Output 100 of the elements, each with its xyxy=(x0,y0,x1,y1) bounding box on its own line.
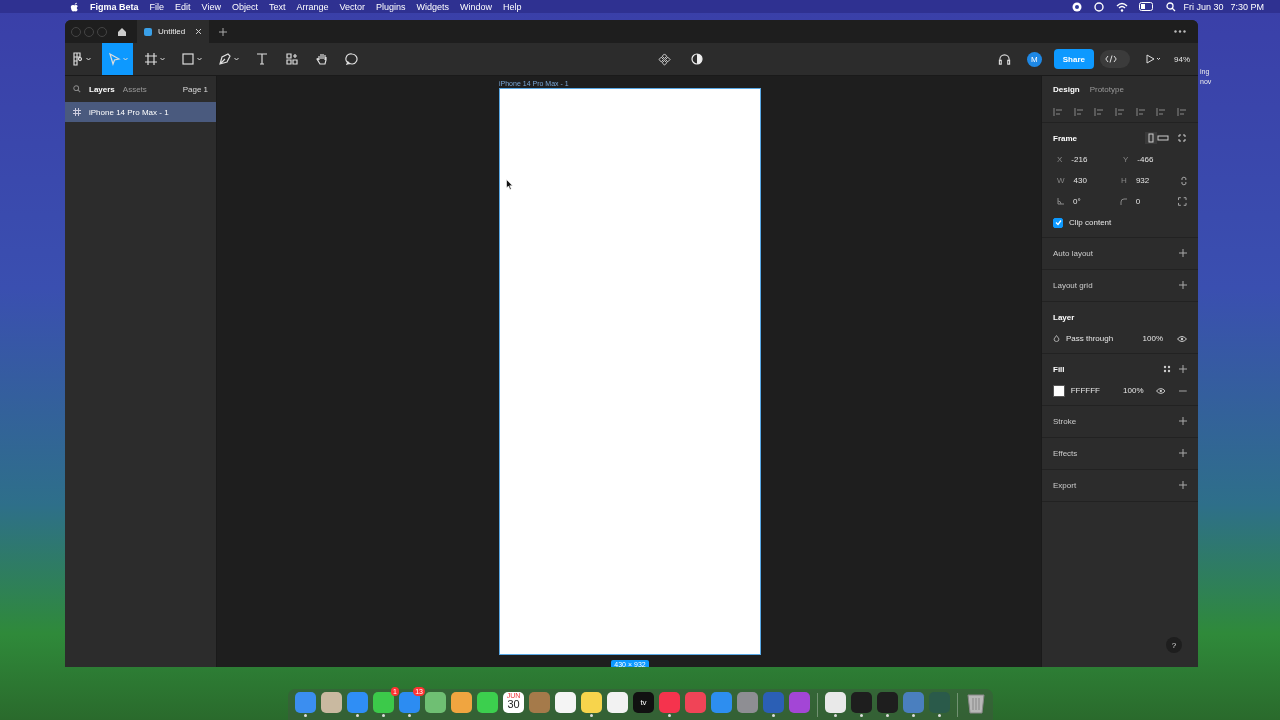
headphones-icon[interactable] xyxy=(997,52,1011,66)
menu-item[interactable]: File xyxy=(149,1,165,12)
panel-tab[interactable]: Layers xyxy=(89,84,115,94)
wifi-icon[interactable] xyxy=(1116,1,1129,12)
apple-icon[interactable] xyxy=(70,1,79,12)
tv-app-icon[interactable]: tv xyxy=(633,692,654,713)
zoom-menu[interactable]: 94% xyxy=(1174,54,1190,64)
property-field[interactable]: H 932 xyxy=(1117,176,1182,185)
frame-icon[interactable] xyxy=(144,52,158,66)
panel-tab[interactable]: Design xyxy=(1053,84,1080,94)
trash-icon[interactable] xyxy=(966,691,985,714)
section-title: Fill xyxy=(1053,364,1065,374)
corners-icon[interactable] xyxy=(1178,197,1187,206)
rectangle-icon[interactable] xyxy=(181,52,195,66)
file-tab[interactable]: Untitled xyxy=(137,20,210,43)
more-icon[interactable] xyxy=(1174,30,1186,33)
styles-icon[interactable] xyxy=(1163,365,1171,373)
property-field[interactable]: X -216 xyxy=(1053,155,1119,164)
plus-icon[interactable] xyxy=(1179,281,1187,289)
caret-icon[interactable] xyxy=(160,57,165,61)
app-icon[interactable] xyxy=(451,692,472,713)
clip-checkbox[interactable] xyxy=(1053,217,1063,228)
property-field[interactable]: Y -466 xyxy=(1119,155,1185,164)
minus-icon[interactable] xyxy=(1179,389,1187,392)
app-icon[interactable] xyxy=(825,692,846,713)
hand-icon[interactable] xyxy=(315,52,329,66)
section-title: Layer xyxy=(1053,312,1075,322)
app-icon[interactable] xyxy=(321,692,342,713)
section-title: Stroke xyxy=(1053,416,1077,426)
home-icon[interactable] xyxy=(117,26,127,37)
search-icon[interactable] xyxy=(1166,1,1177,12)
menu-item[interactable]: View xyxy=(201,1,221,12)
record-icon[interactable] xyxy=(1072,1,1083,12)
property-field[interactable]: W 430 xyxy=(1053,176,1118,185)
menu-item[interactable]: Plugins xyxy=(376,1,406,12)
contrast-icon[interactable] xyxy=(691,53,704,65)
shapes-grid-icon[interactable] xyxy=(285,52,299,66)
app-icon[interactable] xyxy=(607,692,628,713)
plus-icon[interactable] xyxy=(219,27,228,36)
menu-item[interactable]: Widgets xyxy=(416,1,450,12)
corner-radius-icon xyxy=(1119,198,1127,205)
menu-time[interactable]: 7:30 PM xyxy=(1230,1,1264,12)
menu-item[interactable]: Arrange xyxy=(296,1,329,12)
eye-icon[interactable] xyxy=(1177,335,1187,342)
layer-item[interactable]: iPhone 14 Pro Max - 1 xyxy=(65,102,216,122)
blend-mode-menu[interactable]: Pass through xyxy=(1066,334,1114,343)
user-avatar[interactable]: M xyxy=(1026,51,1042,67)
property-field[interactable]: 0° xyxy=(1053,197,1116,206)
app-icon[interactable] xyxy=(581,692,602,713)
panel-tab[interactable]: Assets xyxy=(122,84,147,94)
pen-icon[interactable] xyxy=(218,52,232,66)
blend-icon[interactable] xyxy=(1053,334,1060,343)
checkbox-label[interactable]: Clip content xyxy=(1069,218,1112,227)
opacity-field[interactable]: 100% xyxy=(1123,386,1144,395)
plus-icon[interactable] xyxy=(1179,481,1187,489)
battery-icon[interactable] xyxy=(1139,2,1156,11)
caret-icon[interactable] xyxy=(86,57,91,61)
section-title: Auto layout xyxy=(1053,248,1094,258)
component-icon[interactable] xyxy=(658,52,672,66)
eye-icon[interactable] xyxy=(1155,387,1166,394)
menu-item[interactable]: Help xyxy=(503,1,522,12)
cursor-icon xyxy=(506,179,513,190)
plus-icon[interactable] xyxy=(1179,365,1187,373)
caret-icon[interactable] xyxy=(197,57,202,61)
menu-item[interactable]: Object xyxy=(231,1,258,12)
app-icon[interactable] xyxy=(373,692,394,713)
plus-icon[interactable] xyxy=(1179,417,1187,425)
app-icon[interactable] xyxy=(425,692,446,713)
app-menu[interactable]: Figma Beta xyxy=(90,1,139,12)
frame-icon xyxy=(73,108,81,116)
caret-icon[interactable] xyxy=(234,57,239,61)
constrain-icon[interactable] xyxy=(1181,175,1187,186)
menu-item[interactable]: Vector xyxy=(339,1,365,12)
text-icon[interactable] xyxy=(255,52,269,66)
hex-field[interactable]: FFFFFF xyxy=(1070,386,1118,395)
color-swatch[interactable] xyxy=(1053,384,1065,397)
dev-mode-toggle[interactable] xyxy=(1100,50,1130,68)
menu-item[interactable]: Edit xyxy=(175,1,191,12)
rotation-icon xyxy=(1057,198,1064,205)
section-title: Frame xyxy=(1053,133,1077,143)
page-menu[interactable]: Page 1 xyxy=(182,84,208,94)
menu-item[interactable]: Text xyxy=(268,1,286,12)
app-icon[interactable] xyxy=(477,692,498,713)
resize-icon[interactable] xyxy=(1177,133,1187,143)
property-field[interactable]: 0 xyxy=(1115,197,1179,206)
app-icon[interactable] xyxy=(555,692,576,713)
close-icon[interactable] xyxy=(195,28,203,35)
landscape-icon[interactable] xyxy=(1157,132,1169,144)
comment-icon[interactable] xyxy=(345,52,359,66)
plus-icon[interactable] xyxy=(1179,249,1187,257)
play-icon[interactable] xyxy=(1146,54,1162,64)
opacity-field[interactable]: 100% xyxy=(1142,334,1163,343)
main-menu-icon[interactable] xyxy=(70,52,84,66)
code-icon xyxy=(1105,55,1117,63)
menu-date[interactable]: Fri Jun 30 xyxy=(1183,1,1224,12)
portrait-icon[interactable] xyxy=(1145,132,1157,144)
plus-icon[interactable] xyxy=(1179,449,1187,457)
help-button[interactable]: ? xyxy=(1166,637,1182,653)
panel-tab[interactable]: Prototype xyxy=(1089,84,1124,94)
menu-item[interactable]: Window xyxy=(460,1,493,12)
